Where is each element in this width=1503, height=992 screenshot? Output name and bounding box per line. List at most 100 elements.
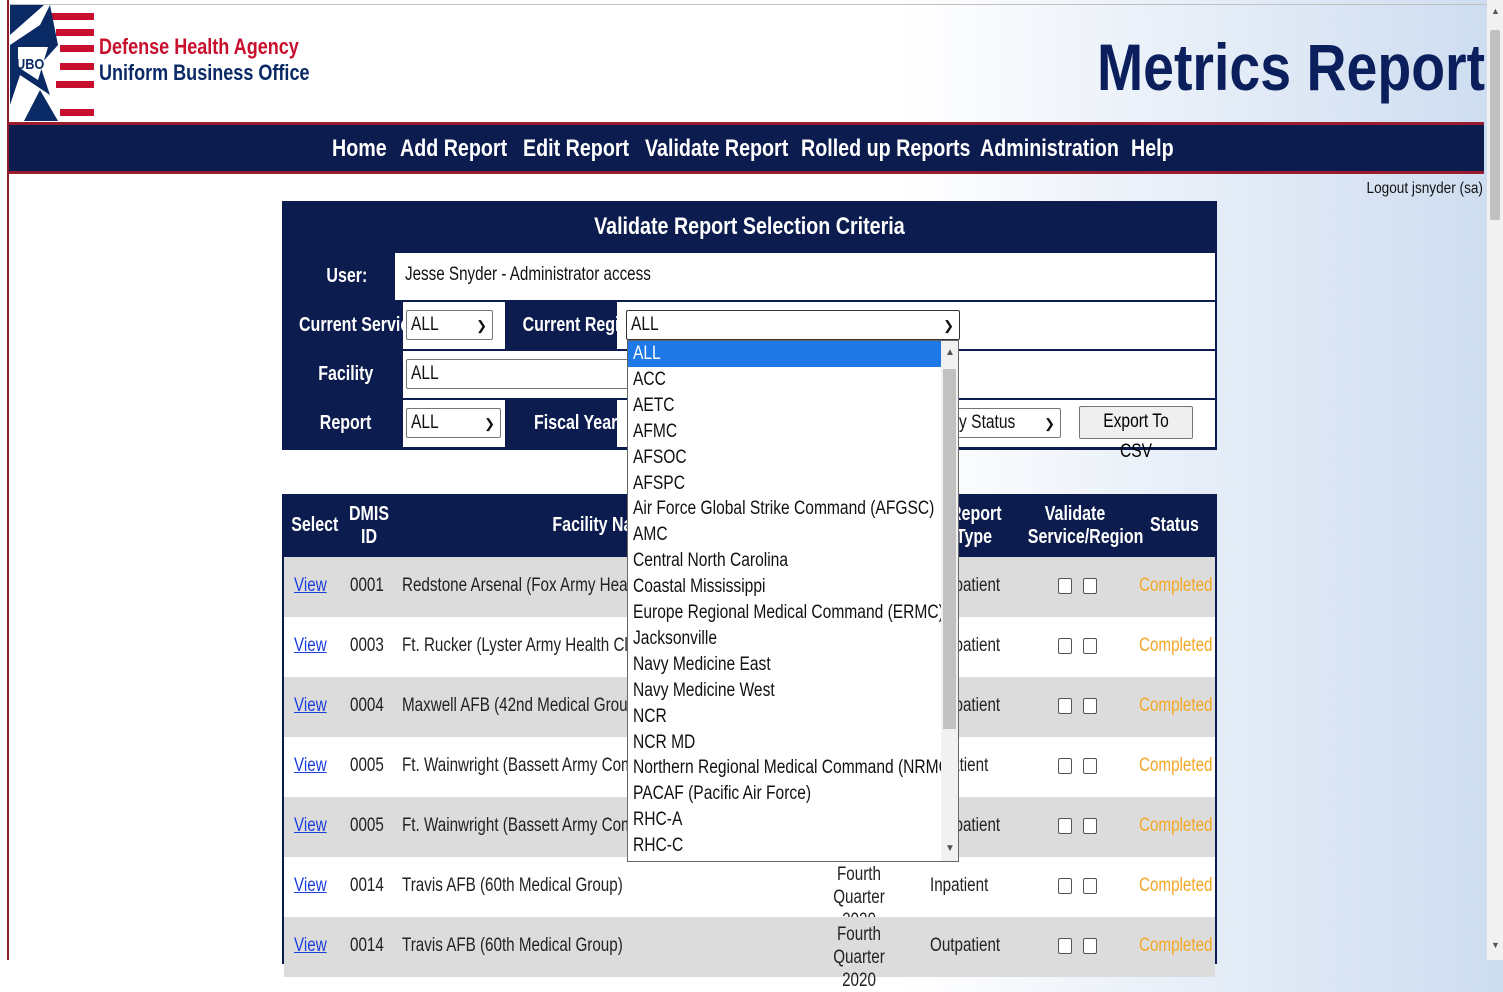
- region-option-label: ALL: [633, 343, 661, 364]
- view-link[interactable]: View: [294, 575, 327, 597]
- dmis-id: 0003: [350, 635, 384, 656]
- page-title: Metrics Report: [1096, 30, 1485, 104]
- chevron-down-icon: ❯: [484, 416, 495, 431]
- validate-service-checkbox[interactable]: [1058, 878, 1072, 894]
- validate-region-checkbox[interactable]: [1083, 758, 1097, 774]
- scroll-up-icon[interactable]: ▲: [945, 347, 955, 358]
- view-link[interactable]: View: [294, 875, 327, 897]
- validate-region-checkbox[interactable]: [1083, 638, 1097, 654]
- region-option-label: AMC: [633, 524, 668, 546]
- validate-region-checkbox[interactable]: [1083, 698, 1097, 714]
- region-option[interactable]: Air Force Global Strike Command (AFGSC): [628, 496, 941, 522]
- validate-service-checkbox[interactable]: [1058, 638, 1072, 654]
- view-link[interactable]: View: [294, 635, 327, 657]
- view-link[interactable]: View: [294, 755, 327, 777]
- validate-region-checkbox[interactable]: [1083, 578, 1097, 594]
- dropdown-scroll-thumb[interactable]: [943, 369, 956, 729]
- region-option[interactable]: AFSPC: [628, 471, 941, 497]
- validate-region-checkbox[interactable]: [1083, 878, 1097, 894]
- region-option[interactable]: Navy Medicine East: [628, 652, 941, 678]
- dmis-id: 0005: [350, 815, 384, 836]
- view-link[interactable]: View: [294, 695, 327, 717]
- validate-region-checkbox[interactable]: [1083, 938, 1097, 954]
- agency-line-1: Defense Health Agency: [99, 34, 299, 59]
- region-option[interactable]: ACC: [628, 367, 941, 393]
- page-scrollbar[interactable]: ▲ ▼: [1487, 0, 1503, 960]
- nav-add-report[interactable]: Add Report: [400, 135, 507, 163]
- region-option[interactable]: PACAF (Pacific Air Force): [628, 781, 941, 807]
- region-option-label: Navy Medicine East: [633, 653, 771, 675]
- status-badge: Completed: [1139, 575, 1213, 596]
- user-value: Jesse Snyder - Administrator access: [405, 264, 651, 285]
- region-option[interactable]: AMC: [628, 522, 941, 548]
- status-badge: Completed: [1139, 875, 1213, 896]
- nav-administration[interactable]: Administration: [980, 135, 1119, 163]
- facility-name: Maxwell AFB (42nd Medical Group): [402, 695, 642, 716]
- user-label: User:: [326, 265, 368, 287]
- page-scroll-thumb[interactable]: [1490, 30, 1500, 220]
- dropdown-scrollbar[interactable]: ▲ ▼: [941, 341, 958, 861]
- region-option[interactable]: Central North Carolina: [628, 548, 941, 574]
- logo-text: UBO: [16, 56, 45, 73]
- facility-name: Travis AFB (60th Medical Group): [402, 875, 623, 896]
- current-region-label: Current Region: [522, 314, 640, 336]
- scroll-down-icon[interactable]: ▼: [1491, 940, 1500, 950]
- agency-name: Defense Health Agency Uniform Business O…: [99, 34, 310, 86]
- report-label: Report: [319, 412, 372, 434]
- region-option[interactable]: Navy Medicine West: [628, 678, 941, 704]
- service-select[interactable]: ALL ❯: [406, 310, 493, 340]
- validate-region-checkbox[interactable]: [1083, 818, 1097, 834]
- region-option-label: NCR: [633, 705, 667, 727]
- report-type: Outpatient: [930, 935, 1001, 956]
- nav-home[interactable]: Home: [332, 135, 387, 163]
- region-option[interactable]: Northern Regional Medical Command (NRMC): [628, 755, 955, 781]
- region-option-label: NCR MD: [633, 731, 696, 753]
- nav-validate-report[interactable]: Validate Report: [645, 135, 788, 163]
- report-select[interactable]: ALL ❯: [406, 408, 501, 438]
- region-option[interactable]: NCR: [628, 704, 941, 730]
- facility-select[interactable]: ALL: [406, 359, 636, 389]
- region-option-label: RHC-C: [633, 835, 684, 857]
- nav-edit-report[interactable]: Edit Report: [523, 135, 629, 163]
- agency-line-2: Uniform Business Office: [99, 60, 310, 85]
- nav-rolled-up-reports[interactable]: Rolled up Reports: [801, 135, 970, 163]
- validate-service-checkbox[interactable]: [1058, 818, 1072, 834]
- region-option[interactable]: ALL: [628, 341, 941, 367]
- region-option[interactable]: NCR MD: [628, 730, 941, 756]
- region-option-label: Navy Medicine West: [633, 679, 775, 701]
- facility-name: Ft. Rucker (Lyster Army Health Clinic): [402, 635, 656, 656]
- view-link[interactable]: View: [294, 815, 327, 837]
- view-link[interactable]: View: [294, 935, 327, 957]
- nav-help[interactable]: Help: [1131, 135, 1174, 163]
- status-badge: Completed: [1139, 935, 1213, 956]
- validate-service-checkbox[interactable]: [1058, 698, 1072, 714]
- scroll-up-icon[interactable]: ▲: [1491, 6, 1500, 16]
- status-badge: Completed: [1139, 815, 1213, 836]
- region-option-label: Europe Regional Medical Command (ERMC): [633, 602, 944, 623]
- region-option[interactable]: AETC: [628, 393, 941, 419]
- dmis-id: 0005: [350, 755, 384, 776]
- validate-service-checkbox[interactable]: [1058, 938, 1072, 954]
- fiscal-year-label: Fiscal Year: [534, 412, 618, 434]
- region-option[interactable]: Europe Regional Medical Command (ERMC): [628, 600, 944, 626]
- region-select[interactable]: ALL ❯: [626, 310, 960, 340]
- region-option[interactable]: RHC-A: [628, 807, 941, 833]
- logout-link[interactable]: Logout jsnyder (sa): [1367, 180, 1483, 198]
- validate-service-checkbox[interactable]: [1058, 758, 1072, 774]
- dmis-id: 0004: [350, 695, 384, 716]
- panel-title: Validate Report Selection Criteria: [594, 213, 905, 240]
- region-option[interactable]: RHC-C: [628, 833, 941, 859]
- region-option-label: Central North Carolina: [633, 550, 789, 572]
- region-dropdown-list: ALL ACC AETC AFMC AFSOC AFSPC Air Force Global…: [627, 340, 959, 862]
- scroll-down-icon[interactable]: ▼: [945, 843, 955, 854]
- region-option[interactable]: AFMC: [628, 419, 941, 445]
- dmis-id: 0014: [350, 935, 384, 956]
- region-option-label: Coastal Mississippi: [633, 576, 766, 598]
- header-validate: Validate Service/Region: [1027, 503, 1144, 548]
- header-dmis-id: DMIS ID: [349, 503, 389, 548]
- validate-service-checkbox[interactable]: [1058, 578, 1072, 594]
- region-option[interactable]: Jacksonville: [628, 626, 941, 652]
- export-csv-button[interactable]: Export To CSV: [1079, 406, 1193, 462]
- region-option[interactable]: AFSOC: [628, 445, 941, 471]
- region-option[interactable]: Coastal Mississippi: [628, 574, 941, 600]
